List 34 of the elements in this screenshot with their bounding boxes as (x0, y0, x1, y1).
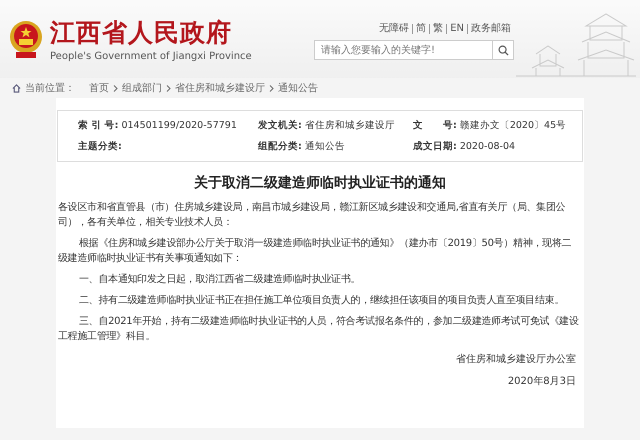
search-button[interactable] (492, 40, 514, 60)
header-link[interactable]: EN (446, 24, 467, 34)
breadcrumb-link[interactable]: 组成部门 (122, 81, 162, 95)
search-icon (498, 44, 508, 56)
breadcrumb-link[interactable]: 首页 (89, 81, 109, 95)
paragraph-text: 根据《住房和城乡建设部办公厅关于取消一级建造师临时执业证书的通知》（建办市〔2019〕50号）精神，现将二级建造师临时执业证书有关事项通知如下： (58, 236, 572, 266)
salutation-text: 各设区市和省直管县（市）住房城乡建设局，南昌市城乡建设局，赣江新区城乡建设和交通局,省直有关厅（局、集团公司），各有关单位，相关专业技术人员： (58, 200, 566, 230)
home-icon (12, 84, 21, 92)
metadata-field: 组配分类: 通知公告 (258, 140, 413, 153)
signature-text: 省住房和城乡建设厅办公室 (455, 352, 576, 366)
metadata-field: 文 号: 赣建办文〔2020〕45号 (413, 119, 582, 132)
metadata-field: 发文机关: 省住房和城乡建设厅 (258, 119, 413, 132)
header-link[interactable]: 繁 (429, 24, 446, 34)
article-title: 关于取消二级建造师临时执业证书的通知 (192, 174, 447, 192)
metadata-field: 成文日期: 2020-08-04 (413, 140, 582, 153)
paragraph-text: 二、持有二级建造师临时执业证书正在担任施工单位项目负责人的，继续担任该项目的项目负责人直至项目结束。 (78, 294, 566, 308)
paragraph-text: 三、自2021年开始，持有二级建造师临时执业证书的人员，符合考试报名条件的，参加二级建造师考试可免试《建设工程施工管理》科目。 (58, 314, 580, 344)
date-text: 2020年8月3日 (506, 375, 576, 388)
header-link[interactable]: 无障碍 (376, 24, 412, 34)
breadcrumb-label: 当前位置： (25, 82, 75, 95)
search-field[interactable]: 请输入您要输入的关键字! (314, 40, 492, 60)
site-title: 江西省人民政府 (50, 17, 233, 49)
header-link[interactable]: 政务邮箱 (467, 24, 514, 34)
site-subtitle: People's Government of Jiangxi Province (50, 51, 252, 62)
breadcrumb-link[interactable]: 省住房和城乡建设厅 (175, 81, 265, 95)
emblem-icon (8, 19, 44, 59)
paragraph-text: 一、自本通知印发之日起，取消江西省二级建造师临时执业证书。 (78, 272, 362, 287)
chevron-icon (269, 84, 274, 92)
breadcrumb-link[interactable]: 通知公告 (278, 81, 318, 95)
metadata-field: 主题分类: (78, 140, 258, 153)
chevron-icon (113, 84, 118, 92)
header-link[interactable]: 简 (412, 24, 430, 34)
chevron-icon (166, 84, 171, 92)
metadata-field: 索 引 号: 014501199/2020-57791 (78, 119, 258, 132)
